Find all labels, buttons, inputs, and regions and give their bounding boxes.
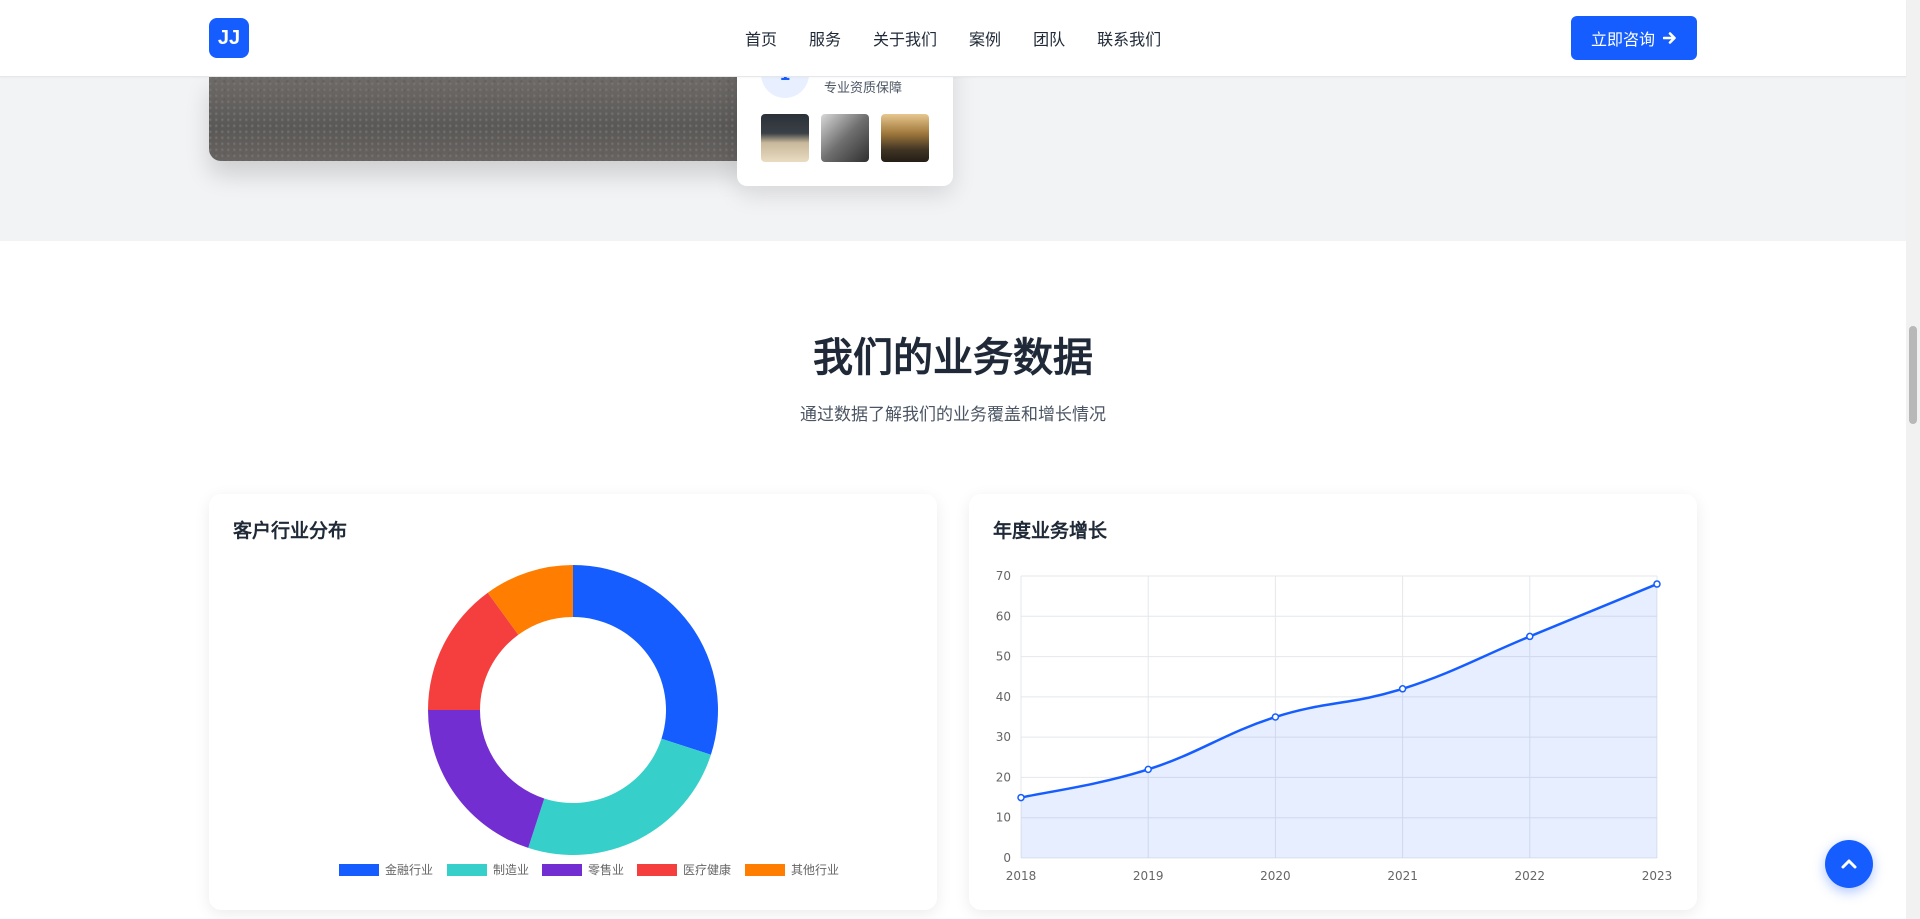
site-header: JJ 首页 服务 关于我们 案例 团队 联系我们 立即咨询 xyxy=(0,0,1906,77)
nav-contact[interactable]: 联系我们 xyxy=(1097,26,1161,50)
x-tick-label: 2021 xyxy=(1387,869,1418,883)
legend-swatch[interactable] xyxy=(447,864,487,876)
y-tick-label: 20 xyxy=(996,770,1011,784)
legend-swatch[interactable] xyxy=(745,864,785,876)
donut-slice[interactable] xyxy=(528,738,711,855)
chevron-up-icon xyxy=(1841,859,1857,869)
data-point[interactable] xyxy=(1526,632,1534,641)
legend-swatch[interactable] xyxy=(637,864,677,876)
thumbnail-image[interactable] xyxy=(881,114,929,162)
y-tick-label: 0 xyxy=(1003,851,1011,865)
x-tick-label: 2020 xyxy=(1260,869,1291,883)
y-tick-label: 10 xyxy=(996,811,1011,825)
legend-label[interactable]: 零售业 xyxy=(588,862,624,877)
y-tick-label: 60 xyxy=(996,609,1011,623)
qualification-subtitle: 专业资质保障 xyxy=(824,81,903,96)
back-to-top-button[interactable] xyxy=(1825,840,1873,888)
legend-label[interactable]: 医疗健康 xyxy=(683,862,731,877)
nav-team[interactable]: 团队 xyxy=(1033,26,1065,50)
nav-home[interactable]: 首页 xyxy=(745,26,777,50)
donut-slice[interactable] xyxy=(573,565,718,755)
scrollbar-thumb[interactable] xyxy=(1909,326,1917,424)
thumbnail-image[interactable] xyxy=(821,114,869,162)
thumbnail-list xyxy=(761,114,929,162)
consult-button-label: 立即咨询 xyxy=(1590,30,1655,49)
logo[interactable]: JJ xyxy=(209,18,249,58)
consult-button[interactable]: 立即咨询 xyxy=(1571,16,1697,60)
y-tick-label: 70 xyxy=(996,569,1011,583)
nav-cases[interactable]: 案例 xyxy=(969,26,1001,50)
legend-label[interactable]: 其他行业 xyxy=(791,863,839,877)
x-tick-label: 2023 xyxy=(1642,869,1673,883)
scrollbar[interactable] xyxy=(1906,0,1920,919)
area-fill xyxy=(1021,584,1657,858)
nav-about[interactable]: 关于我们 xyxy=(873,26,937,50)
y-tick-label: 40 xyxy=(996,690,1011,704)
nav-services[interactable]: 服务 xyxy=(809,26,841,50)
arrow-right-icon xyxy=(1663,32,1676,44)
data-point[interactable] xyxy=(1144,765,1152,774)
x-tick-label: 2019 xyxy=(1133,869,1164,883)
y-tick-label: 50 xyxy=(996,650,1011,664)
data-point[interactable] xyxy=(1398,685,1407,693)
annual-growth-card: 年度业务增长 0 10 20 30 40 50 60 70 2018 2019 2020 2021 20… xyxy=(969,494,1697,910)
section-title: 我们的业务数据 xyxy=(813,335,1093,381)
x-tick-label: 2022 xyxy=(1515,869,1546,883)
donut-chart: 金融行业 制造业 零售业 医疗健康 其他行业 xyxy=(339,565,839,877)
legend-swatch[interactable] xyxy=(542,864,582,876)
legend-label[interactable]: 金融行业 xyxy=(385,862,433,877)
line-chart: 0 10 20 30 40 50 60 70 2018 2019 2020 2021 2022 2023 xyxy=(996,569,1673,883)
y-tick-label: 30 xyxy=(996,730,1011,744)
legend-swatch[interactable] xyxy=(339,864,379,876)
hero-image xyxy=(209,76,749,161)
main-nav: 首页 服务 关于我们 案例 团队 联系我们 xyxy=(745,0,1161,76)
data-point[interactable] xyxy=(1271,713,1280,721)
industry-distribution-card: 客户行业分布 金融行业 制造业 零售业 医疗健康 其他行业 xyxy=(209,494,937,910)
data-point[interactable] xyxy=(1017,793,1025,802)
data-point[interactable] xyxy=(1653,580,1661,588)
donut-slice[interactable] xyxy=(428,710,545,848)
thumbnail-image[interactable] xyxy=(761,114,809,162)
section-subtitle: 通过数据了解我们的业务覆盖和增长情况 xyxy=(800,405,1106,425)
legend-label[interactable]: 制造业 xyxy=(493,863,529,877)
x-tick-label: 2018 xyxy=(1006,869,1037,883)
